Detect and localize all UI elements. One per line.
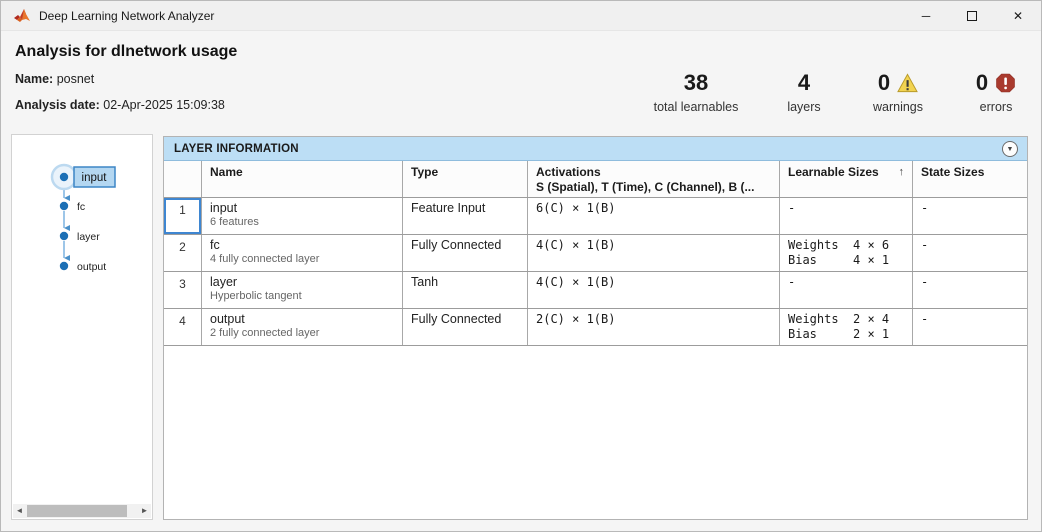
name-value: posnet [57,72,95,86]
total-learnables-value: 38 [639,69,753,97]
layer-type[interactable]: Fully Connected [403,235,528,271]
layer-name: input [210,201,402,216]
error-icon [995,73,1016,93]
analysis-header: Analysis for dlnetwork usage Name: posne… [1,31,1042,131]
table-row[interactable]: 4 output 2 fully connected layer Fully C… [164,309,1027,346]
diagram-node-output[interactable]: output [60,261,106,273]
app-window: Deep Learning Network Analyzer ─ ✕ Analy… [0,0,1042,532]
warnings-label: warnings [855,100,941,114]
window-title: Deep Learning Network Analyzer [39,9,214,23]
table-row[interactable]: 3 layer Hyperbolic tangent Tanh 4(C) × 1… [164,272,1027,309]
maximize-button[interactable] [949,1,995,31]
warnings-value: 0 [878,70,890,96]
layer-activations[interactable]: 2(C) × 1(B) [528,309,780,345]
node-label-layer: layer [77,231,100,243]
node-label-input: input [82,172,108,184]
table-header-row: Name Type Activations S (Spatial), T (Ti… [164,161,1027,198]
title-bar: Deep Learning Network Analyzer ─ ✕ [1,1,1041,31]
layers-label: layers [773,100,835,114]
column-header-state-sizes[interactable]: State Sizes [913,161,1027,197]
layer-description: 4 fully connected layer [210,253,402,266]
stat-layers: 4 layers [773,69,835,114]
analysis-date-line: Analysis date: 02-Apr-2025 15:09:38 [15,98,225,112]
row-number[interactable]: 2 [164,235,202,271]
date-label: Analysis date: [15,98,100,112]
column-header-activations[interactable]: Activations S (Spatial), T (Time), C (Ch… [528,161,780,197]
layer-name: layer [210,275,402,290]
matlab-logo-icon [13,8,31,24]
errors-label: errors [955,100,1037,114]
scrollbar-thumb[interactable] [27,505,127,517]
row-number[interactable]: 4 [164,309,202,345]
column-header-name[interactable]: Name [202,161,403,197]
table-row[interactable]: 1 input 6 features Feature Input 6(C) × … [164,198,1027,235]
close-button[interactable]: ✕ [995,1,1041,31]
network-diagram-panel: input fc layer output ◄ ► [11,134,153,520]
node-label-output: output [77,261,106,273]
layer-information-titlebar: LAYER INFORMATION ▼ [164,137,1027,161]
column-header-rownum [164,161,202,197]
page-title: Analysis for dlnetwork usage [15,43,237,61]
layer-type[interactable]: Feature Input [403,198,528,234]
layer-learnable-sizes[interactable]: Weights 2 × 4 Bias 2 × 1 [780,309,913,345]
network-name-line: Name: posnet [15,72,94,86]
errors-value: 0 [976,70,988,96]
date-value: 02-Apr-2025 15:09:38 [103,98,225,112]
layer-type[interactable]: Tanh [403,272,528,308]
layer-activations[interactable]: 6(C) × 1(B) [528,198,780,234]
layer-name: output [210,312,402,327]
node-label-fc: fc [77,201,85,213]
chevron-down-icon: ▼ [1007,146,1014,153]
maximize-icon [967,11,977,21]
total-learnables-label: total learnables [639,100,753,114]
layer-information-title: LAYER INFORMATION [164,143,299,155]
layer-name: fc [210,238,402,253]
row-number[interactable]: 1 [164,198,202,234]
layer-learnable-sizes[interactable]: - [780,198,913,234]
warning-icon [897,73,918,93]
layer-learnable-sizes[interactable]: Weights 4 × 6 Bias 4 × 1 [780,235,913,271]
diagram-node-layer[interactable]: layer [60,231,100,243]
layer-description: 6 features [210,216,402,229]
scroll-left-icon[interactable]: ◄ [13,504,26,518]
layer-state-sizes[interactable]: - [913,198,1027,234]
name-label: Name: [15,72,53,86]
layer-description: Hyperbolic tangent [210,290,402,303]
layers-value: 4 [773,69,835,97]
layer-description: 2 fully connected layer [210,327,402,340]
stat-warnings: 0 warnings [855,69,941,114]
layer-type[interactable]: Fully Connected [403,309,528,345]
diagram-horizontal-scrollbar[interactable]: ◄ ► [13,504,151,518]
diagram-node-input[interactable]: input [52,165,115,189]
row-number[interactable]: 3 [164,272,202,308]
layer-information-panel: LAYER INFORMATION ▼ Name Type Activation… [163,136,1028,520]
column-header-learnable-sizes[interactable]: Learnable Sizes ↑ [780,161,913,197]
minimize-button[interactable]: ─ [903,1,949,31]
layer-state-sizes[interactable]: - [913,272,1027,308]
layer-activations[interactable]: 4(C) × 1(B) [528,235,780,271]
layer-activations[interactable]: 4(C) × 1(B) [528,272,780,308]
collapse-panel-button[interactable]: ▼ [1002,141,1018,157]
layer-learnable-sizes[interactable]: - [780,272,913,308]
table-row[interactable]: 2 fc 4 fully connected layer Fully Conne… [164,235,1027,272]
column-header-type[interactable]: Type [403,161,528,197]
layer-state-sizes[interactable]: - [913,309,1027,345]
stat-total-learnables: 38 total learnables [639,69,753,114]
stat-errors: 0 errors [955,69,1037,114]
sort-ascending-icon[interactable]: ↑ [899,165,905,197]
layer-state-sizes[interactable]: - [913,235,1027,271]
scroll-right-icon[interactable]: ► [138,504,151,518]
